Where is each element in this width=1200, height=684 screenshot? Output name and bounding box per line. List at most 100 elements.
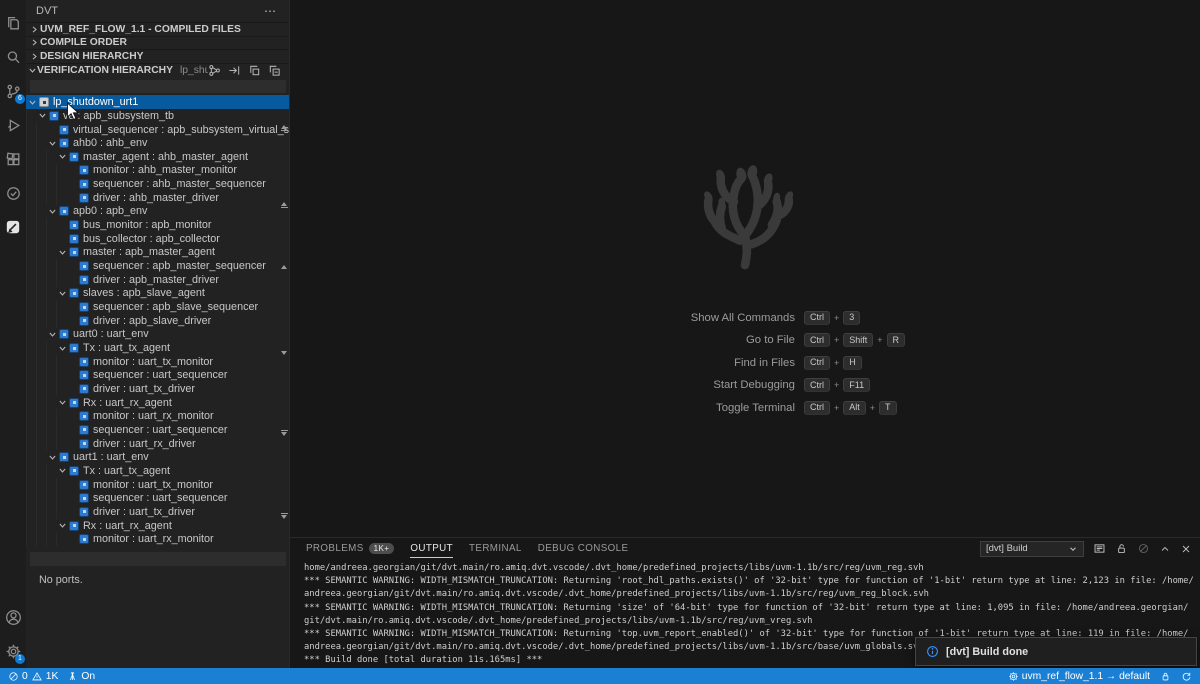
section-compile-order[interactable]: COMPILE ORDER: [26, 36, 289, 50]
tree-item[interactable]: driver : apb_master_driver: [26, 273, 289, 287]
tree-twisty[interactable]: [56, 398, 68, 407]
tree-item[interactable]: sequencer : ahb_master_sequencer: [26, 177, 289, 191]
tree-item[interactable]: bus_monitor : apb_monitor: [26, 218, 289, 232]
tree-item[interactable]: Rx : uart_rx_agent: [26, 519, 289, 533]
section-uvm-ref-flow-1-1-compiled-files[interactable]: UVM_REF_FLOW_1.1 - COMPILED FILES: [26, 22, 289, 36]
tree-item[interactable]: sequencer : apb_slave_sequencer: [26, 300, 289, 314]
hierarchy-filter-input[interactable]: [30, 80, 286, 93]
tree-item[interactable]: Tx : uart_tx_agent: [26, 464, 289, 478]
tree-twisty[interactable]: [56, 289, 68, 298]
tree-item[interactable]: monitor : uart_tx_monitor: [26, 478, 289, 492]
tree-item[interactable]: sequencer : uart_sequencer: [26, 423, 289, 437]
tree-item[interactable]: sequencer : uart_sequencer: [26, 369, 289, 383]
indent-guide: [36, 287, 46, 301]
open-log-file-icon[interactable]: [1093, 542, 1106, 555]
unlock-auto-scroll-icon[interactable]: [1115, 542, 1128, 555]
lock-icon: [1160, 671, 1171, 682]
uvm-component-icon: [79, 493, 89, 503]
tree-item[interactable]: driver : uart_tx_driver: [26, 505, 289, 519]
section-design-hierarchy[interactable]: DESIGN HIERARCHY: [26, 49, 289, 63]
error-icon: [8, 671, 19, 682]
shortcut-keys: Ctrl+H: [804, 356, 862, 370]
indent-guide: [36, 369, 46, 383]
section-verification-hierarchy[interactable]: VERIFICATION HIERARCHYlp_shutdown_urt1: [26, 63, 289, 77]
tree-item[interactable]: Rx : uart_rx_agent: [26, 396, 289, 410]
maximize-panel-icon[interactable]: [1159, 543, 1171, 555]
testing-icon[interactable]: [0, 176, 26, 210]
uvm-component-icon: [59, 138, 69, 148]
tree-twisty[interactable]: [36, 111, 48, 120]
tab-terminal[interactable]: TERMINAL: [469, 538, 522, 559]
build-done-notification[interactable]: [dvt] Build done: [915, 637, 1197, 666]
tree-item[interactable]: sequencer : uart_sequencer: [26, 491, 289, 505]
collapse-all-icon[interactable]: [268, 64, 281, 77]
tree-item[interactable]: monitor : uart_tx_monitor: [26, 355, 289, 369]
output-channel-select[interactable]: [dvt] Build: [980, 541, 1084, 557]
clear-output-icon[interactable]: [1137, 542, 1150, 555]
tree-twisty[interactable]: [56, 466, 68, 475]
uvm-component-icon: [79, 384, 89, 394]
tree-item[interactable]: bus_collector : apb_collector: [26, 232, 289, 246]
indent-guide: [26, 177, 36, 191]
tree-twisty[interactable]: [26, 98, 38, 107]
tree-twisty[interactable]: [46, 139, 58, 148]
settings-gear-icon[interactable]: 1: [0, 634, 26, 668]
tree-item[interactable]: virtual_sequencer : apb_subsystem_virtua…: [26, 123, 289, 137]
reveal-icon[interactable]: [228, 64, 241, 77]
tab-debug-console[interactable]: DEBUG CONSOLE: [538, 538, 629, 559]
close-panel-icon[interactable]: [1180, 543, 1192, 555]
tree-item[interactable]: driver : ahb_master_driver: [26, 191, 289, 205]
reload-status[interactable]: [1181, 671, 1192, 682]
plus-separator: +: [834, 358, 839, 368]
tree-twisty[interactable]: [46, 453, 58, 462]
tree-item[interactable]: lp_shutdown_urt1: [26, 95, 289, 109]
tree-item[interactable]: slaves : apb_slave_agent: [26, 287, 289, 301]
tree-item[interactable]: monitor : ahb_master_monitor: [26, 164, 289, 178]
explorer-icon[interactable]: [0, 6, 26, 40]
tree-twisty[interactable]: [56, 152, 68, 161]
tab-output[interactable]: OUTPUT: [410, 538, 453, 559]
dvt-icon[interactable]: [0, 210, 26, 244]
indent-guide: [56, 355, 66, 369]
tree-item[interactable]: ahb0 : ahb_env: [26, 136, 289, 150]
tree-twisty[interactable]: [46, 207, 58, 216]
tree-marker-icon: [280, 513, 288, 519]
tree-item[interactable]: monitor : uart_rx_monitor: [26, 409, 289, 423]
tree-item[interactable]: master_agent : ahb_master_agent: [26, 150, 289, 164]
run-debug-icon[interactable]: [0, 108, 26, 142]
problems-status[interactable]: 0 1K: [8, 671, 58, 682]
search-icon[interactable]: [0, 40, 26, 74]
tree-item[interactable]: driver : apb_slave_driver: [26, 314, 289, 328]
extensions-icon[interactable]: [0, 142, 26, 176]
tree-twisty[interactable]: [56, 344, 68, 353]
tree-item[interactable]: master : apb_master_agent: [26, 246, 289, 260]
indent-guide: [56, 478, 66, 492]
ports-section-bar[interactable]: [30, 552, 286, 566]
tree-item[interactable]: driver : uart_tx_driver: [26, 382, 289, 396]
connection-status[interactable]: On: [67, 671, 95, 682]
tree-item[interactable]: ve : apb_subsystem_tb: [26, 109, 289, 123]
lock-status[interactable]: [1160, 671, 1171, 682]
tree-marker-icon: [280, 430, 288, 436]
duplicate-icon[interactable]: [248, 64, 261, 77]
tree-item[interactable]: sequencer : apb_master_sequencer: [26, 259, 289, 273]
accounts-icon[interactable]: [0, 600, 26, 634]
more-actions-icon[interactable]: ⋯: [261, 4, 279, 18]
source-control-icon[interactable]: 6: [0, 74, 26, 108]
shortcut-keys: Ctrl+Shift+R: [804, 333, 905, 347]
tree-twisty[interactable]: [56, 248, 68, 257]
verification-hierarchy-tree[interactable]: lp_shutdown_urt1ve : apb_subsystem_tbvir…: [26, 95, 289, 546]
project-status[interactable]: uvm_ref_flow_1.1 → default: [1008, 671, 1150, 682]
tree-item[interactable]: uart0 : uart_env: [26, 328, 289, 342]
diagram-icon[interactable]: [208, 64, 221, 77]
tree-item[interactable]: monitor : uart_rx_monitor: [26, 532, 289, 546]
tree-item[interactable]: Tx : uart_tx_agent: [26, 341, 289, 355]
tree-twisty[interactable]: [56, 521, 68, 530]
tree-twisty[interactable]: [46, 330, 58, 339]
indent-guide: [46, 478, 56, 492]
tree-item[interactable]: driver : uart_rx_driver: [26, 437, 289, 451]
tree-item[interactable]: uart1 : uart_env: [26, 450, 289, 464]
tab-problems[interactable]: PROBLEMS1K+: [306, 538, 394, 559]
warning-icon: [31, 671, 43, 682]
tree-item[interactable]: apb0 : apb_env: [26, 205, 289, 219]
